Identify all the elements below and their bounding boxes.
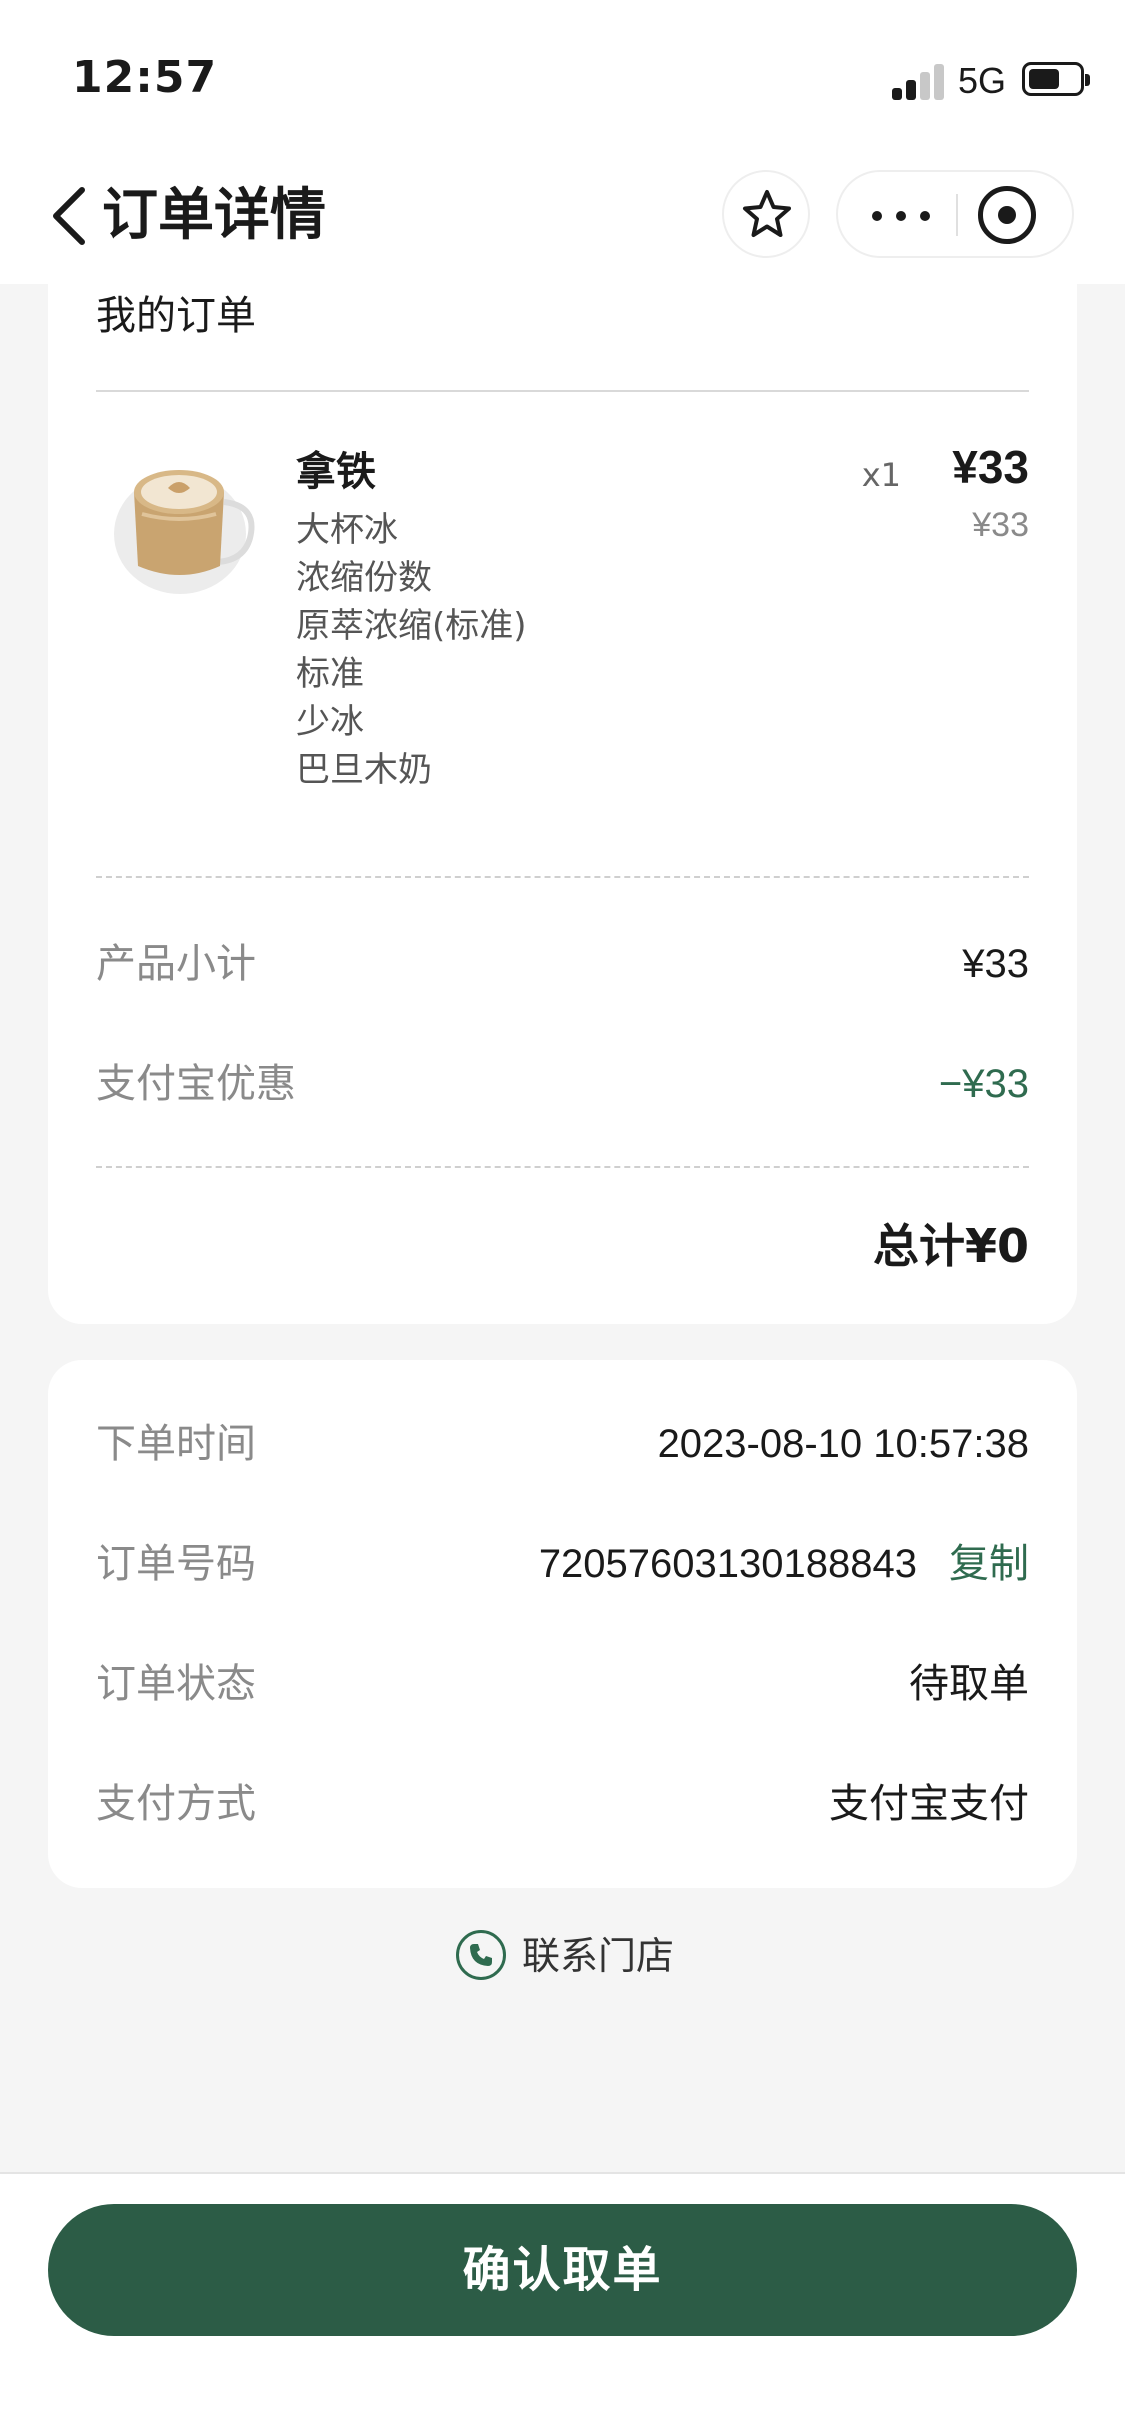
subtotal-label: 产品小计 — [96, 941, 256, 987]
screen: 12:57 5G 订单详情 我的订单 拿铁 大杯冰 浓缩份数 原萃浓缩(标准) … — [0, 0, 1125, 2436]
discount-value: −¥33 — [938, 1062, 1029, 1106]
star-icon[interactable] — [722, 170, 810, 258]
more-icon[interactable] — [866, 190, 936, 240]
product-price: ¥33 — [952, 441, 1029, 493]
signal-icon — [892, 64, 944, 100]
option-item: 浓缩份数 — [296, 558, 432, 598]
contact-store-label: 联系门店 — [522, 1934, 675, 1978]
status-bar: 12:57 5G — [0, 0, 1125, 150]
back-icon[interactable] — [44, 180, 100, 252]
close-miniprogram-icon[interactable] — [978, 186, 1036, 244]
order-info-card: 下单时间 2023-08-10 10:57:38 订单号码 7205760313… — [48, 1360, 1077, 1888]
option-item: 标准 — [296, 654, 364, 694]
order-number-label: 订单号码 — [96, 1541, 256, 1587]
order-card: 我的订单 拿铁 大杯冰 浓缩份数 原萃浓缩(标准) 标准 少冰 巴旦木奶 x1 … — [48, 284, 1077, 1324]
order-total: 总计¥0 — [872, 1219, 1029, 1273]
divider — [96, 390, 1029, 392]
payment-method-value: 支付宝支付 — [829, 1782, 1029, 1826]
option-item: 原萃浓缩(标准) — [296, 606, 527, 646]
product-image — [112, 444, 262, 594]
bottom-bar: 确认取单 — [0, 2172, 1125, 2436]
dashed-divider — [96, 1166, 1029, 1168]
product-quantity: x1 — [861, 456, 901, 494]
dashed-divider — [96, 876, 1029, 878]
subtotal-value: ¥33 — [962, 942, 1029, 986]
product-original-price: ¥33 — [972, 506, 1029, 544]
order-status-label: 订单状态 — [96, 1661, 256, 1707]
product-name: 拿铁 — [296, 449, 376, 495]
product-options: 大杯冰 浓缩份数 原萃浓缩(标准) 标准 少冰 巴旦木奶 — [296, 506, 527, 794]
capsule-divider — [956, 194, 958, 236]
option-item: 巴旦木奶 — [296, 750, 432, 790]
discount-label: 支付宝优惠 — [96, 1061, 296, 1107]
nav-bar: 订单详情 — [0, 150, 1125, 284]
confirm-pickup-button[interactable]: 确认取单 — [48, 2204, 1077, 2336]
order-status-value: 待取单 — [909, 1662, 1029, 1706]
status-time: 12:57 — [72, 52, 218, 103]
order-time-label: 下单时间 — [96, 1421, 256, 1467]
option-item: 少冰 — [296, 702, 364, 742]
order-number-value: 72057603130188843 — [538, 1542, 917, 1586]
miniprogram-capsule — [836, 170, 1074, 258]
order-time-value: 2023-08-10 10:57:38 — [657, 1422, 1029, 1466]
payment-method-label: 支付方式 — [96, 1781, 256, 1827]
page-title: 订单详情 — [102, 183, 326, 248]
copy-button[interactable]: 复制 — [949, 1536, 1029, 1592]
option-item: 大杯冰 — [296, 510, 398, 550]
section-title: 我的订单 — [96, 293, 256, 339]
network-label: 5G — [958, 60, 1007, 101]
phone-icon — [456, 1930, 506, 1980]
battery-icon — [1022, 62, 1090, 96]
